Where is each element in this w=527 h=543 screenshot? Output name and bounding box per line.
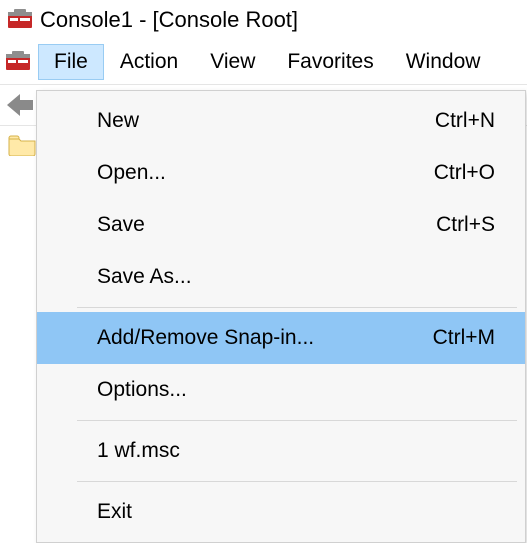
menu-file[interactable]: File xyxy=(38,44,104,80)
window-title: Console1 - [Console Root] xyxy=(40,7,298,33)
menuitem-label: New xyxy=(97,109,435,133)
menuitem-shortcut: Ctrl+O xyxy=(434,161,495,185)
menuitem-exit[interactable]: Exit xyxy=(37,486,525,538)
titlebar: Console1 - [Console Root] xyxy=(0,0,527,40)
menuitem-save[interactable]: SaveCtrl+S xyxy=(37,199,525,251)
menuitem-label: Add/Remove Snap-in... xyxy=(97,326,433,350)
folder-icon[interactable] xyxy=(8,134,36,156)
menuitem-shortcut: Ctrl+S xyxy=(436,213,495,237)
app-icon xyxy=(6,9,34,31)
menuitem-label: Options... xyxy=(97,378,495,402)
menuitem-label: Open... xyxy=(97,161,434,185)
menu-action[interactable]: Action xyxy=(104,44,194,80)
menu-separator xyxy=(77,420,517,421)
menu-favorites[interactable]: Favorites xyxy=(271,44,389,80)
menuitem-1-wf-msc[interactable]: 1 wf.msc xyxy=(37,425,525,477)
menuitem-new[interactable]: NewCtrl+N xyxy=(37,95,525,147)
menuitem-label: 1 wf.msc xyxy=(97,439,495,463)
menuitem-options[interactable]: Options... xyxy=(37,364,525,416)
menubar: FileActionViewFavoritesWindow xyxy=(0,40,527,84)
menu-window[interactable]: Window xyxy=(390,44,497,80)
file-menu-dropdown: NewCtrl+NOpen...Ctrl+OSaveCtrl+SSave As.… xyxy=(36,90,526,543)
menu-view[interactable]: View xyxy=(194,44,271,80)
menuitem-shortcut: Ctrl+M xyxy=(433,326,495,350)
menuitem-label: Save xyxy=(97,213,436,237)
menuitem-shortcut: Ctrl+N xyxy=(435,109,495,133)
menu-separator xyxy=(77,481,517,482)
menu-separator xyxy=(77,307,517,308)
menuitem-add-remove-snap-in[interactable]: Add/Remove Snap-in...Ctrl+M xyxy=(37,312,525,364)
menuitem-label: Save As... xyxy=(97,265,495,289)
back-arrow-icon[interactable] xyxy=(6,94,34,116)
menuitem-open[interactable]: Open...Ctrl+O xyxy=(37,147,525,199)
menuitem-label: Exit xyxy=(97,500,495,524)
menubar-icon xyxy=(4,51,32,73)
menuitem-save-as[interactable]: Save As... xyxy=(37,251,525,303)
